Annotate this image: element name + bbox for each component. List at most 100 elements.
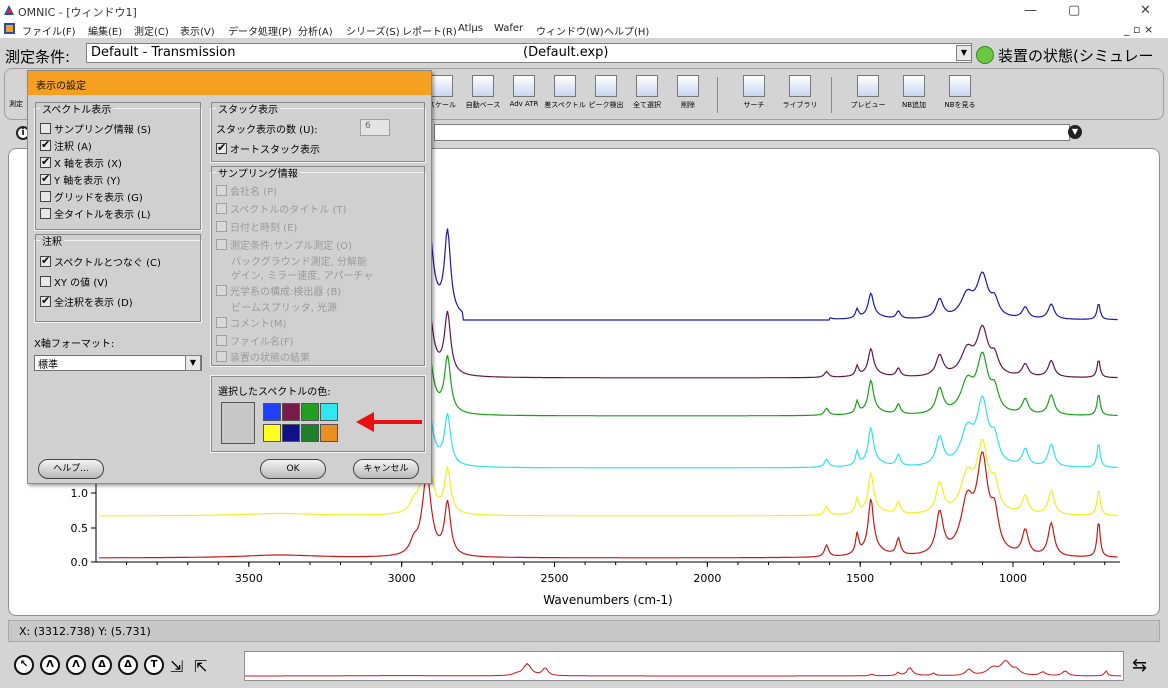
toolbar-autobase-button[interactable]: 自動ベース — [460, 75, 506, 110]
stack-count-label: スタック表示の数 (U): — [216, 121, 318, 136]
checkbox-box[interactable] — [40, 172, 51, 185]
color-swatch-navy[interactable] — [282, 424, 300, 442]
experiment-label: 測定条件: — [5, 48, 71, 66]
zoom-out-icon[interactable]: ⇱ — [194, 657, 207, 676]
color-swatch-green[interactable] — [301, 403, 319, 421]
show-y-axis-checkbox[interactable]: Y 軸を表示 (Y) — [40, 172, 120, 187]
color-swatch-yellow[interactable] — [263, 424, 281, 442]
annotation-checkbox[interactable]: 注釈 (A) — [40, 138, 92, 153]
connect-to-spectrum-checkbox[interactable]: スペクトルとつなぐ (C) — [40, 254, 161, 269]
toolbar-collect-label[interactable]: 測定 — [9, 99, 23, 109]
checkbox-box[interactable] — [40, 294, 51, 307]
omnic-app-icon — [4, 5, 14, 15]
toolbar-selectall-button[interactable]: 全て選択 — [624, 75, 670, 110]
dialog-title-bar[interactable]: 表示の設定 — [28, 71, 431, 95]
peak-area-tool-icon[interactable]: Δ — [92, 655, 112, 675]
toolbar-delete-button[interactable]: 削除 — [665, 75, 711, 110]
toolbar-advatr-button[interactable]: Adv ATR — [501, 75, 547, 108]
xaxis-format-label: X軸フォーマット: — [34, 339, 115, 350]
show-grid-checkbox[interactable]: グリッドを表示 (G) — [40, 189, 143, 204]
toolbar-button-label: Adv ATR — [509, 100, 539, 108]
inner-window-controls[interactable]: _ ▫ × — [1124, 23, 1153, 36]
measurement-conditions-detail-2: ゲイン, ミラー速度, アパーチャ — [231, 267, 373, 282]
checkbox-box[interactable] — [40, 138, 51, 151]
minimize-button[interactable]: — — [1024, 3, 1037, 18]
cancel-button[interactable]: キャンセル — [353, 459, 419, 479]
spectrum-title-dropdown-icon[interactable]: ▼ — [1068, 125, 1082, 139]
help-button[interactable]: ヘルプ... — [38, 459, 104, 479]
toolbar-separator — [831, 77, 832, 113]
region-tool-icon[interactable]: Λ — [40, 655, 60, 675]
overview-spectrum[interactable] — [245, 652, 1123, 680]
overview-pane[interactable] — [244, 651, 1124, 681]
checkbox-box[interactable] — [40, 123, 51, 134]
toolbar-nbadd-button[interactable]: NB追加 — [891, 75, 937, 110]
xy-values-checkbox[interactable]: XY の値 (V) — [40, 274, 108, 289]
close-button[interactable]: ✕ — [1140, 3, 1151, 18]
menu-edit[interactable]: 編集(E) — [88, 23, 122, 38]
menu-process[interactable]: データ処理(P) — [228, 23, 292, 38]
spectrum-title-box[interactable] — [434, 124, 1070, 141]
menu-wafer[interactable]: Wafer — [494, 23, 523, 34]
advatr-icon — [513, 75, 535, 97]
menu-report[interactable]: レポート(R) — [402, 23, 457, 38]
x-tick-label: 2000 — [693, 572, 721, 585]
menu-view[interactable]: 表示(V) — [180, 23, 215, 38]
toolbar-nbview-button[interactable]: NBを見る — [937, 75, 983, 110]
color-swatch-blue[interactable] — [263, 403, 281, 421]
select-tool-icon[interactable]: ↖ — [14, 655, 34, 675]
menu-help[interactable]: ヘルプ(H) — [604, 23, 649, 38]
xaxis-format-select[interactable]: 標準 ▼ — [34, 355, 202, 371]
toolbar-button-label: NBを見る — [944, 101, 976, 109]
toolbar-search-button[interactable]: サーチ — [731, 75, 777, 110]
peak-height-tool-icon[interactable]: Λ — [66, 655, 86, 675]
stack-count-input[interactable]: 6 — [360, 119, 390, 136]
menu-series[interactable]: シリーズ(S) — [346, 23, 400, 38]
auto-stack-checkbox[interactable]: オートスタック表示 — [216, 141, 320, 156]
toolbar-button-label: NB追加 — [901, 101, 927, 109]
ok-button[interactable]: OK — [260, 459, 326, 479]
show-sampling-info-checkbox[interactable]: サンプリング情報 (S) — [40, 121, 151, 136]
toolbar-library-button[interactable]: ライブラリ — [777, 75, 823, 110]
toolbar-button-label: ライブラリ — [782, 101, 818, 109]
bench-status-icon[interactable] — [976, 46, 994, 64]
checkbox-box[interactable] — [40, 191, 51, 202]
show-x-axis-checkbox[interactable]: X 軸を表示 (X) — [40, 155, 122, 170]
maximize-button[interactable]: ▢ — [1068, 3, 1080, 18]
stack-count-text: スタック表示の数 (U): — [216, 125, 318, 136]
color-swatch-orange[interactable] — [320, 424, 338, 442]
select-all-icon — [636, 75, 658, 97]
x-tick-label: 3000 — [388, 572, 416, 585]
baseline-tool-icon[interactable]: Δ — [118, 655, 138, 675]
checkbox-box[interactable] — [40, 155, 51, 168]
menu-collect[interactable]: 測定(C) — [134, 23, 169, 38]
annotation-tool-icon[interactable]: T — [144, 655, 164, 675]
menu-analyze[interactable]: 分析(A) — [298, 23, 333, 38]
experiment-dropdown-button[interactable]: ▼ — [956, 45, 972, 61]
checkbox-label: Y 軸を表示 (Y) — [54, 176, 121, 187]
experiment-select[interactable]: Default - Transmission (Default.exp) — [86, 43, 972, 63]
checkbox-box — [216, 185, 227, 196]
overview-swap-icon[interactable]: ⇆ — [1132, 655, 1147, 676]
toolbar-preview-button[interactable]: プレビュー — [845, 75, 891, 110]
color-swatch-maroon[interactable] — [282, 403, 300, 421]
checkbox-box[interactable] — [40, 276, 51, 287]
xaxis-format-dropdown-icon[interactable]: ▼ — [185, 355, 201, 371]
color-swatch-cyan[interactable] — [320, 403, 338, 421]
menu-file[interactable]: ファイル(F) — [22, 23, 76, 38]
zoom-in-icon[interactable]: ⇲ — [170, 657, 183, 676]
checkbox-box[interactable] — [40, 254, 51, 267]
checkbox-box[interactable] — [40, 208, 51, 219]
menu-atlus[interactable]: Atlμs — [458, 23, 483, 34]
menu-window[interactable]: ウィンドウ(W) — [536, 23, 604, 38]
show-all-titles-checkbox[interactable]: 全タイトルを表示 (L) — [40, 206, 151, 221]
toolbar-subtract-button[interactable]: 差スペクトル — [542, 75, 588, 110]
checkbox-box[interactable] — [216, 141, 227, 154]
toolbar-findpeaks-button[interactable]: ピーク検出 — [583, 75, 629, 110]
document-menu-icon[interactable] — [4, 23, 15, 34]
checkbox-label: X 軸を表示 (X) — [54, 159, 122, 170]
color-swatch-dark-green[interactable] — [301, 424, 319, 442]
detail-text: ゲイン, ミラー速度, アパーチャ — [231, 271, 374, 282]
notebook-add-icon — [903, 75, 925, 97]
show-all-annotations-checkbox[interactable]: 全注釈を表示 (D) — [40, 294, 133, 309]
